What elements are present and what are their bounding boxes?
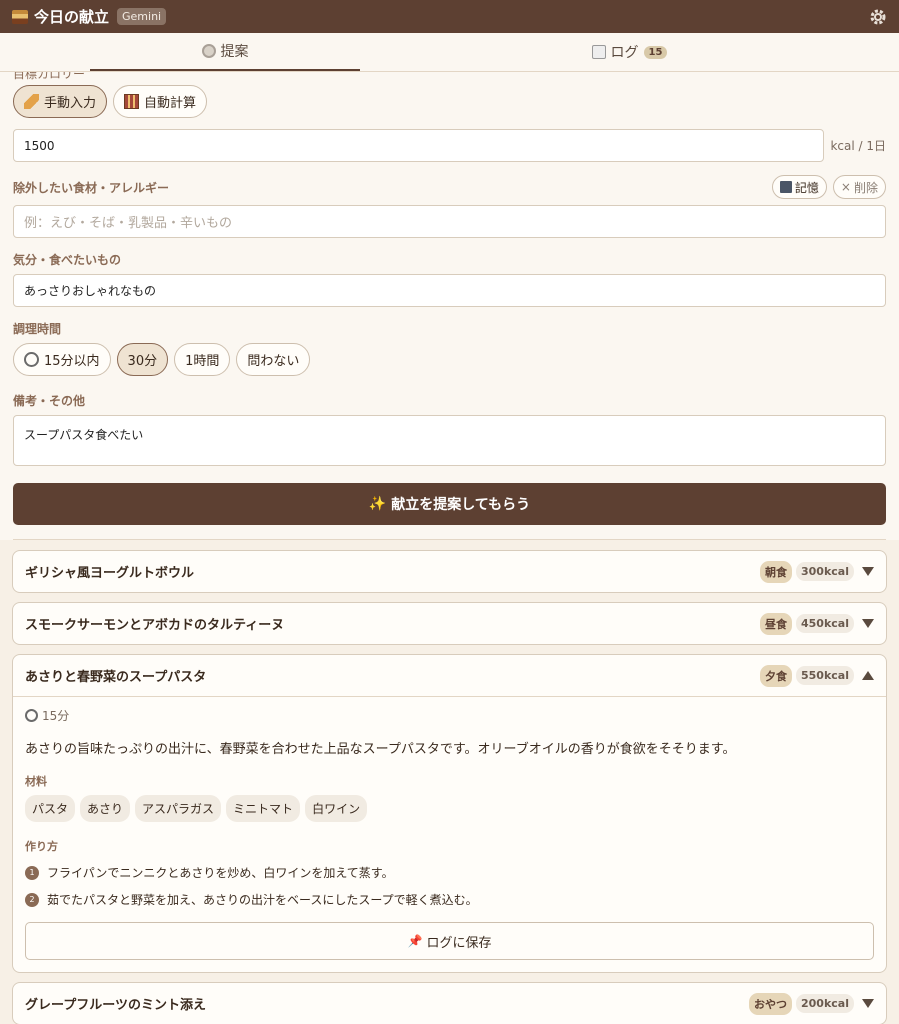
chevron-up-icon[interactable] — [862, 671, 874, 680]
ingredient-tag: 白ワイン — [305, 795, 368, 822]
abacus-icon — [124, 94, 140, 109]
suggest-form: 目標カロリー 手動入力 自動計算 1500 kcal / 1日 除外したい食材・… — [0, 72, 899, 540]
step-text: フライパンでニンニクとあさりを炒め、白ワインを加えて蒸す。 — [47, 866, 394, 880]
time-option-1hour[interactable]: 1時間 — [174, 343, 231, 376]
save-to-log-label: ログに保存 — [426, 935, 492, 951]
kcal-badge: 450kcal — [796, 614, 854, 633]
chevron-down-icon[interactable] — [862, 567, 874, 576]
time-option-label: 15分以内 — [44, 354, 100, 369]
calorie-label-clipped: 目標カロリー — [13, 72, 86, 81]
time-label: 調理時間 — [13, 322, 62, 336]
ingredient-tag: ミニトマト — [226, 795, 301, 822]
tab-suggest[interactable]: 提案 — [90, 33, 360, 71]
pushpin-icon: 📌 — [407, 934, 423, 948]
step-number: 1 — [25, 865, 39, 880]
chevron-down-icon[interactable] — [862, 999, 874, 1008]
manual-input-chip[interactable]: 手動入力 — [13, 85, 108, 118]
gear-icon[interactable] — [869, 8, 887, 26]
stopwatch-icon — [25, 709, 38, 722]
step-text: 茹でたパスタと野菜を加え、あさりの出汁をベースにしたスープで軽く煮込む。 — [47, 893, 478, 907]
calorie-input[interactable]: 1500 — [13, 129, 825, 162]
stopwatch-icon — [24, 352, 39, 367]
notebook-icon — [591, 45, 606, 59]
manual-input-label: 手動入力 — [44, 96, 97, 111]
auto-calc-label: 自動計算 — [144, 96, 197, 111]
divider — [13, 525, 886, 540]
meal-title: グレープフルーツのミント添え — [25, 998, 206, 1013]
calorie-mode-group: 手動入力 自動計算 — [13, 82, 886, 121]
time-option-label: 1時間 — [185, 354, 220, 369]
meal-card-dinner: あさりと春野菜のスープパスタ 夕食 550kcal 15分 あさりの旨味たっぷり… — [12, 654, 887, 973]
meal-card-header[interactable]: グレープフルーツのミント添え おやつ 200kcal — [13, 983, 886, 1024]
recipe-step: 1 フライパンでニンニクとあさりを炒め、白ワインを加えて蒸す。 — [25, 864, 874, 881]
calorie-unit: kcal / 1日 — [830, 139, 886, 153]
ingredient-tag: あさり — [80, 795, 131, 822]
meal-card-snack: グレープフルーツのミント添え おやつ 200kcal — [12, 982, 887, 1024]
tab-log-label: ログ — [610, 45, 639, 61]
app-title: 今日の献立 — [34, 8, 110, 26]
kcal-badge: 550kcal — [796, 666, 854, 685]
remember-label: 記憶 — [794, 180, 819, 195]
tab-log[interactable]: ログ 15 — [360, 33, 899, 71]
time-options: 15分以内 30分 1時間 問わない — [13, 340, 886, 379]
meal-type-badge: 夕食 — [760, 664, 792, 687]
meal-card-header[interactable]: スモークサーモンとアボカドのタルティーヌ 昼食 450kcal — [13, 603, 886, 644]
exclude-label: 除外したい食材・アレルギー — [13, 180, 170, 195]
exclude-input[interactable]: 例：えび・そば・乳製品・辛いもの — [13, 205, 886, 238]
mood-input[interactable]: あっさりおしゃれなもの — [13, 274, 886, 307]
notes-textarea[interactable]: スープパスタ食べたい — [13, 415, 886, 466]
app-header: 今日の献立 Gemini — [0, 0, 899, 33]
chevron-down-icon[interactable] — [862, 619, 874, 628]
meal-title: あさりと春野菜のスープパスタ — [25, 670, 207, 685]
meal-card-lunch: スモークサーモンとアボカドのタルティーヌ 昼食 450kcal — [12, 602, 887, 645]
meal-type-badge: 昼食 — [760, 612, 792, 635]
time-option-30min[interactable]: 30分 — [116, 343, 169, 376]
remember-button[interactable]: 記憶 — [771, 175, 827, 199]
meal-type-badge: おやつ — [749, 992, 792, 1015]
notes-label: 備考・その他 — [13, 394, 86, 408]
kcal-badge: 200kcal — [796, 994, 854, 1013]
delete-label: 削除 — [853, 180, 878, 195]
submit-label: 献立を提案してもらう — [391, 497, 531, 513]
bento-icon — [12, 9, 28, 24]
ingredients-label: 材料 — [25, 775, 47, 788]
delete-button[interactable]: × 削除 — [832, 175, 886, 199]
meal-card-header[interactable]: ギリシャ風ヨーグルトボウル 朝食 300kcal — [13, 551, 886, 592]
cook-time: 15分 — [25, 707, 874, 724]
sparkle-icon: ✨ — [368, 496, 387, 512]
meal-card-body: 15分 あさりの旨味たっぷりの出汁に、春野菜を合わせた上品なスープパスタです。オ… — [13, 696, 886, 972]
model-badge: Gemini — [117, 8, 167, 25]
meal-description: あさりの旨味たっぷりの出汁に、春野菜を合わせた上品なスープパスタです。オリーブオ… — [25, 742, 736, 757]
step-number: 2 — [25, 892, 39, 907]
steps-label: 作り方 — [25, 840, 58, 853]
cook-time-value: 15分 — [42, 709, 70, 723]
mood-label: 気分・食べたいもの — [13, 253, 122, 267]
time-option-label: 問わない — [247, 354, 300, 369]
time-option-label: 30分 — [127, 354, 158, 369]
recipe-step: 2 茹でたパスタと野菜を加え、あさりの出汁をベースにしたスープで軽く煮込む。 — [25, 891, 874, 908]
save-to-log-button[interactable]: 📌 ログに保存 — [25, 922, 874, 960]
ingredient-tag: アスパラガス — [135, 795, 222, 822]
plate-icon — [201, 44, 216, 58]
kcal-badge: 300kcal — [796, 562, 854, 581]
auto-calc-chip[interactable]: 自動計算 — [113, 85, 208, 118]
tab-suggest-label: 提案 — [220, 44, 249, 60]
floppy-disk-icon — [779, 181, 792, 193]
meal-card-breakfast: ギリシャ風ヨーグルトボウル 朝食 300kcal — [12, 550, 887, 593]
meal-title: スモークサーモンとアボカドのタルティーヌ — [25, 618, 285, 633]
ingredient-tags: パスタ あさり アスパラガス ミニトマト 白ワイン — [25, 795, 874, 822]
meal-title: ギリシャ風ヨーグルトボウル — [25, 566, 195, 581]
meal-card-header[interactable]: あさりと春野菜のスープパスタ 夕食 550kcal — [13, 655, 886, 696]
time-option-15min[interactable]: 15分以内 — [13, 343, 111, 376]
suggest-submit-button[interactable]: ✨ 献立を提案してもらう — [13, 483, 886, 525]
close-icon: × — [840, 180, 851, 194]
recipe-steps: 1 フライパンでニンニクとあさりを炒め、白ワインを加えて蒸す。 2 茹でたパスタ… — [25, 864, 874, 908]
meal-type-badge: 朝食 — [760, 560, 792, 583]
meal-cards: ギリシャ風ヨーグルトボウル 朝食 300kcal スモークサーモンとアボカドのタ… — [0, 540, 899, 1024]
time-option-any[interactable]: 問わない — [236, 343, 311, 376]
log-count-badge: 15 — [643, 45, 668, 59]
pencil-icon — [24, 94, 39, 109]
ingredient-tag: パスタ — [25, 795, 76, 822]
tab-bar: 提案 ログ 15 — [0, 33, 899, 72]
